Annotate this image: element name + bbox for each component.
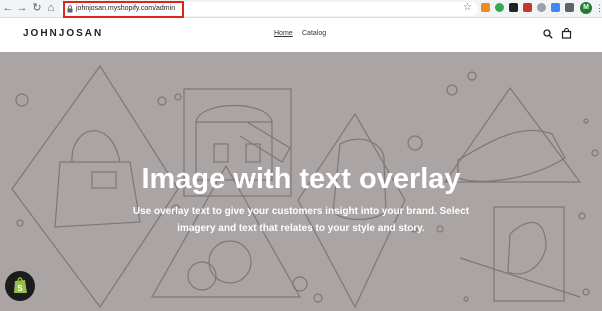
search-icon[interactable]	[543, 29, 553, 39]
back-arrow-icon[interactable]: ←	[2, 2, 14, 15]
extension-icon[interactable]	[509, 3, 518, 12]
store-logo[interactable]: JOHNJOSAN	[23, 28, 103, 39]
forward-arrow-icon[interactable]: →	[16, 2, 28, 15]
url-highlight-box	[63, 1, 184, 18]
cart-icon[interactable]	[561, 28, 572, 39]
reload-icon[interactable]: ↻	[31, 2, 43, 15]
menu-dots-icon[interactable]: ⋮	[595, 2, 602, 14]
home-icon[interactable]: ⌂	[45, 2, 57, 15]
nav-home-link[interactable]: Home	[274, 30, 293, 37]
svg-text:S: S	[17, 284, 23, 293]
hero-title: Image with text overlay	[141, 163, 461, 195]
extension-icon[interactable]	[551, 3, 560, 12]
hero-subtitle: Use overlay text to give your customers …	[132, 206, 470, 234]
extension-icon[interactable]	[495, 3, 504, 12]
hero-image-overlay: Image with text overlay Use overlay text…	[0, 52, 602, 311]
browser-toolbar: ← → ↻ ⌂ johnjosan.myshopify.com/admin ☆ …	[0, 0, 602, 18]
extensions-puzzle-icon[interactable]	[565, 3, 574, 12]
nav-catalog-link[interactable]: Catalog	[302, 30, 326, 37]
store-header: JOHNJOSAN Home Catalog	[0, 18, 602, 52]
shopify-admin-button[interactable]: S	[5, 271, 35, 301]
extension-icon[interactable]	[523, 3, 532, 12]
shopify-bag-icon: S	[14, 277, 27, 293]
extension-icon[interactable]	[537, 3, 546, 12]
bookmark-star-icon[interactable]: ☆	[463, 2, 472, 13]
profile-avatar[interactable]: M	[580, 2, 592, 14]
extension-icon[interactable]	[481, 3, 490, 12]
